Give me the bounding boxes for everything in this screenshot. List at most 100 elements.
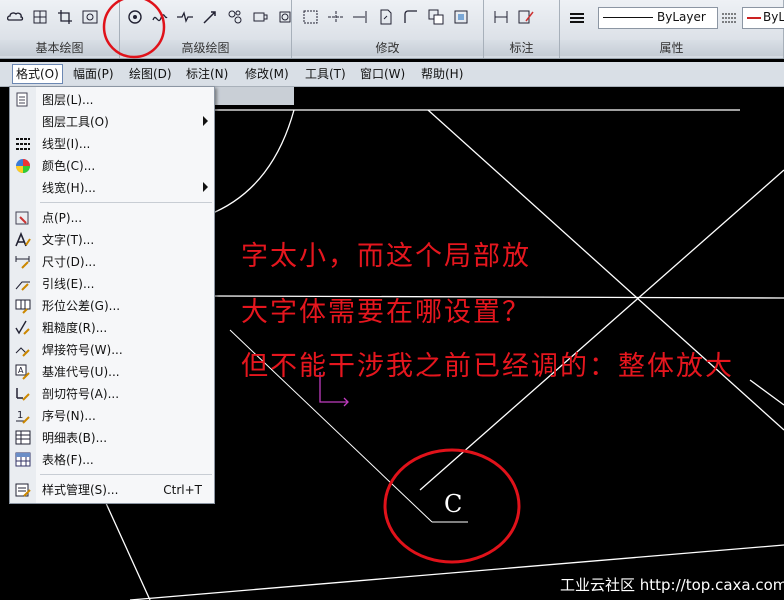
menu-item-text[interactable]: 文字(T)... bbox=[10, 229, 214, 251]
menu-item-label: 剖切符号(A)... bbox=[42, 387, 120, 401]
menu-item-label: 引线(E)... bbox=[42, 277, 95, 291]
color-value: ByL bbox=[763, 10, 784, 24]
image-icon[interactable] bbox=[79, 6, 101, 28]
gear-shape-icon[interactable] bbox=[124, 6, 146, 28]
hatch-icon[interactable] bbox=[29, 6, 51, 28]
style-manager-icon bbox=[15, 483, 31, 497]
roughness-icon bbox=[15, 320, 30, 335]
menu-sheet[interactable]: 幅面(P) bbox=[70, 65, 117, 83]
menu-item-table[interactable]: 表格(F)... bbox=[10, 449, 214, 471]
copy-icon[interactable] bbox=[425, 6, 447, 28]
arrow-draw-icon[interactable] bbox=[199, 6, 221, 28]
select-box-icon[interactable] bbox=[300, 6, 322, 28]
trim-icon[interactable] bbox=[325, 6, 347, 28]
menu-modify[interactable]: 修改(M) bbox=[242, 65, 292, 83]
annotation-line-3: 但不能干涉我之前已经调的：整体放大 bbox=[241, 351, 734, 382]
menu-item-weld[interactable]: 焊接符号(W)... bbox=[10, 339, 214, 361]
text-icon bbox=[15, 231, 31, 247]
tab-strip bbox=[214, 87, 294, 105]
menu-bar: 格式(O) 幅面(P) 绘图(D) 标注(N) 修改(M) 工具(T) 窗口(W… bbox=[0, 62, 784, 87]
fillet-icon[interactable] bbox=[400, 6, 422, 28]
menu-item-point[interactable]: 点(P)... bbox=[10, 207, 214, 229]
dimension-icon[interactable] bbox=[490, 6, 512, 28]
menu-item-label: 表格(F)... bbox=[42, 453, 94, 467]
bom-icon bbox=[15, 430, 31, 445]
menu-item-style-manager[interactable]: 样式管理(S)... Ctrl+T bbox=[10, 479, 214, 501]
annotation-line-1: 字太小，而这个局部放 bbox=[241, 241, 531, 272]
menu-item-label: 序号(N)... bbox=[42, 409, 96, 423]
chain-icon[interactable] bbox=[224, 6, 246, 28]
basic-draw-panel: 基本绘图 bbox=[0, 0, 120, 58]
menu-item-shortcut: Ctrl+T bbox=[163, 483, 202, 497]
menu-draw[interactable]: 绘图(D) bbox=[126, 65, 175, 83]
menu-item-layer[interactable]: 图层(L)... bbox=[10, 89, 214, 111]
linetype-value: ByLayer bbox=[657, 10, 706, 24]
point-icon bbox=[15, 211, 29, 225]
menu-item-label: 粗糙度(R)... bbox=[42, 321, 108, 335]
menu-item-bom[interactable]: 明细表(B)... bbox=[10, 427, 214, 449]
menu-window[interactable]: 窗口(W) bbox=[357, 65, 408, 83]
table-icon bbox=[15, 452, 31, 467]
menu-item-dimension[interactable]: 尺寸(D)... bbox=[10, 251, 214, 273]
menu-item-label: 明细表(B)... bbox=[42, 431, 108, 445]
panel-label-modify: 修改 bbox=[292, 40, 483, 56]
scale-icon[interactable] bbox=[450, 6, 472, 28]
svg-text:1: 1 bbox=[17, 410, 23, 421]
color-wheel-icon bbox=[16, 159, 30, 173]
panel-label-properties: 属性 bbox=[560, 40, 783, 56]
menu-item-tolerance[interactable]: 形位公差(G)... bbox=[10, 295, 214, 317]
annotation-line-2: 大字体需要在哪设置？ bbox=[241, 297, 531, 328]
break-line-icon[interactable] bbox=[174, 6, 196, 28]
menu-item-roughness[interactable]: 粗糙度(R)... bbox=[10, 317, 214, 339]
crop-icon[interactable] bbox=[54, 6, 76, 28]
document-arrow-icon[interactable] bbox=[375, 6, 397, 28]
color-select[interactable]: ByL bbox=[742, 7, 784, 29]
linetype-select[interactable]: ByLayer bbox=[598, 7, 718, 29]
menu-format[interactable]: 格式(O) bbox=[12, 64, 63, 84]
menu-item-label: 线型(I)... bbox=[42, 137, 91, 151]
menu-item-label: 焊接符号(W)... bbox=[42, 343, 123, 357]
balloon-icon: 1 bbox=[16, 410, 30, 424]
watermark: 工业云社区 http://top.caxa.com/ bbox=[560, 576, 784, 594]
svg-text:A: A bbox=[18, 366, 24, 375]
lineweight-icon[interactable] bbox=[718, 7, 740, 29]
flange-icon[interactable] bbox=[249, 6, 271, 28]
menu-item-color[interactable]: 颜色(C)... bbox=[10, 155, 214, 177]
menu-separator bbox=[40, 202, 212, 203]
menu-item-datum[interactable]: A 基准代号(U)... bbox=[10, 361, 214, 383]
panel-label-dimension: 标注 bbox=[484, 40, 559, 56]
menu-item-layer-tools[interactable]: 图层工具(O) bbox=[10, 111, 214, 133]
menu-item-label: 图层(L)... bbox=[42, 93, 94, 107]
extend-icon[interactable] bbox=[350, 6, 372, 28]
menu-item-lineweight[interactable]: 线宽(H)... bbox=[10, 177, 214, 199]
menu-item-balloon[interactable]: 1 序号(N)... bbox=[10, 405, 214, 427]
submenu-arrow-icon bbox=[203, 182, 208, 192]
menu-item-label: 尺寸(D)... bbox=[42, 255, 97, 269]
menu-dimension[interactable]: 标注(N) bbox=[183, 65, 231, 83]
menu-item-section[interactable]: 剖切符号(A)... bbox=[10, 383, 214, 405]
menu-item-label: 形位公差(G)... bbox=[42, 299, 121, 313]
format-dropdown-menu: 图层(L)... 图层工具(O) 线型(I)... 颜色(C)... 线宽(H)… bbox=[9, 86, 215, 504]
panel-label-basic-draw: 基本绘图 bbox=[0, 40, 119, 56]
menu-item-label: 基准代号(U)... bbox=[42, 365, 120, 379]
leader-icon bbox=[15, 281, 30, 291]
layers-icon bbox=[16, 92, 28, 107]
cloud-icon[interactable] bbox=[4, 6, 26, 28]
menu-item-leader[interactable]: 引线(E)... bbox=[10, 273, 214, 295]
datum-icon: A bbox=[15, 364, 30, 380]
menu-item-linetype[interactable]: 线型(I)... bbox=[10, 133, 214, 155]
tolerance-icon bbox=[15, 299, 31, 314]
menu-item-label: 颜色(C)... bbox=[42, 159, 96, 173]
layer-icon[interactable] bbox=[566, 7, 588, 29]
menu-item-label: 样式管理(S)... bbox=[42, 483, 119, 497]
spline-icon[interactable] bbox=[149, 6, 171, 28]
submenu-arrow-icon bbox=[203, 116, 208, 126]
menu-item-label: 文字(T)... bbox=[42, 233, 95, 247]
menu-tools[interactable]: 工具(T) bbox=[302, 65, 349, 83]
menu-item-label: 图层工具(O) bbox=[42, 115, 109, 129]
dimension-edit-icon[interactable] bbox=[515, 6, 537, 28]
advanced-draw-panel: 高级绘图 bbox=[120, 0, 292, 58]
weld-icon bbox=[15, 347, 30, 357]
dimension-icon bbox=[15, 256, 30, 269]
menu-help[interactable]: 帮助(H) bbox=[418, 65, 466, 83]
